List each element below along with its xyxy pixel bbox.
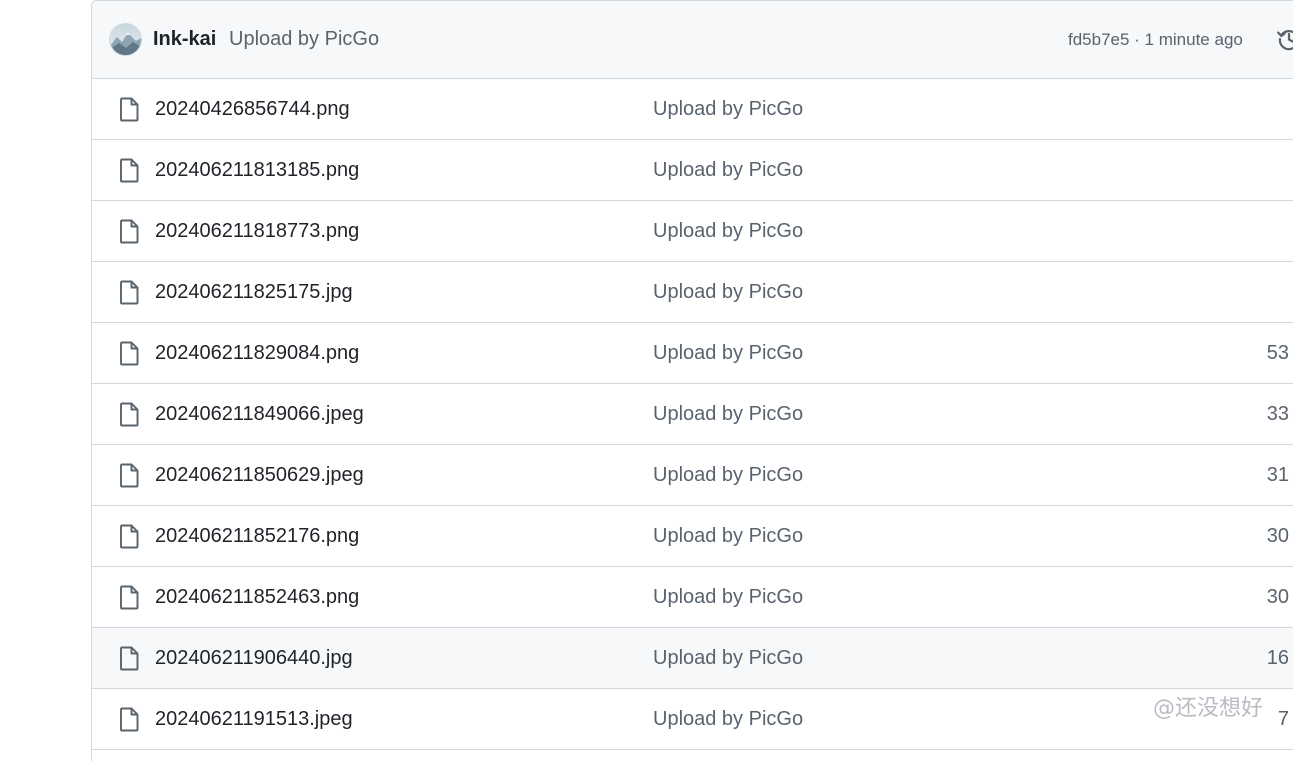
file-row[interactable]: 202406211825175.jpg Upload by PicGo — [92, 262, 1293, 323]
latest-commit-bar: Ink-kai Upload by PicGo fd5b7e5 · 1 minu… — [92, 1, 1293, 79]
file-row[interactable]: 20240621191513.jpeg Upload by PicGo 7 — [92, 689, 1293, 750]
file-name-link[interactable]: 202406211829084.png — [155, 342, 359, 365]
file-commit-age: 16 — [1266, 647, 1289, 669]
file-row[interactable]: 20240426856744.png Upload by PicGo — [92, 79, 1293, 140]
file-icon — [118, 158, 140, 183]
file-name-link[interactable]: 202406211852176.png — [155, 525, 359, 548]
file-list-panel: Ink-kai Upload by PicGo fd5b7e5 · 1 minu… — [91, 0, 1293, 761]
file-icon — [118, 585, 140, 610]
file-icon — [118, 97, 140, 122]
file-name-link[interactable]: 202406211906440.jpg — [155, 647, 353, 670]
file-commit-message-link[interactable]: Upload by PicGo — [653, 586, 803, 609]
file-icon — [118, 707, 140, 732]
file-row[interactable]: 202406211852176.png Upload by PicGo 30 — [92, 506, 1293, 567]
file-row[interactable]: 202406211906440.jpg Upload by PicGo 16 — [92, 628, 1293, 689]
file-row[interactable]: 202406211849066.jpeg Upload by PicGo 33 — [92, 384, 1293, 445]
file-row[interactable]: 202406211850629.jpeg Upload by PicGo 31 — [92, 445, 1293, 506]
history-icon[interactable] — [1276, 26, 1293, 52]
file-commit-age: 53 — [1266, 342, 1289, 364]
file-commit-message-link[interactable]: Upload by PicGo — [653, 647, 803, 670]
file-icon — [118, 524, 140, 549]
file-row[interactable]: 202406211829084.png Upload by PicGo 53 — [92, 323, 1293, 384]
file-icon — [118, 402, 140, 427]
file-commit-age: 33 — [1266, 403, 1289, 425]
file-commit-message-link[interactable]: Upload by PicGo — [653, 342, 803, 365]
file-commit-message-link[interactable]: Upload by PicGo — [653, 525, 803, 548]
file-name-link[interactable]: 202406211818773.png — [155, 220, 359, 243]
commit-message-link[interactable]: Upload by PicGo — [229, 28, 379, 51]
file-name-link[interactable]: 202406211852463.png — [155, 586, 359, 609]
file-row[interactable]: 202406211813185.png Upload by PicGo — [92, 140, 1293, 201]
file-commit-message-link[interactable]: Upload by PicGo — [653, 464, 803, 487]
commit-author-link[interactable]: Ink-kai — [153, 28, 216, 51]
file-name-link[interactable]: 20240621191513.jpeg — [155, 708, 353, 731]
watermark-text: @还没想好 — [1153, 696, 1264, 721]
file-icon — [118, 280, 140, 305]
file-icon — [118, 646, 140, 671]
file-commit-message-link[interactable]: Upload by PicGo — [653, 98, 803, 121]
file-commit-age: 30 — [1266, 525, 1289, 547]
avatar-image — [110, 24, 141, 55]
file-icon — [118, 219, 140, 244]
file-row[interactable]: 202406211818773.png Upload by PicGo — [92, 201, 1293, 262]
commit-hash-and-time[interactable]: fd5b7e5 · 1 minute ago — [1068, 30, 1243, 50]
file-name-link[interactable]: 202406211825175.jpg — [155, 281, 353, 304]
file-commit-message-link[interactable]: Upload by PicGo — [653, 159, 803, 182]
avatar[interactable] — [110, 24, 141, 55]
file-icon — [118, 341, 140, 366]
file-name-link[interactable]: 20240426856744.png — [155, 98, 350, 121]
file-commit-message-link[interactable]: Upload by PicGo — [653, 708, 803, 731]
file-row[interactable]: 202406211852463.png Upload by PicGo 30 — [92, 567, 1293, 628]
file-commit-age: 31 — [1266, 464, 1289, 486]
file-commit-message-link[interactable]: Upload by PicGo — [653, 403, 803, 426]
file-name-link[interactable]: 202406211849066.jpeg — [155, 403, 364, 426]
file-name-link[interactable]: 202406211850629.jpeg — [155, 464, 364, 487]
file-commit-message-link[interactable]: Upload by PicGo — [653, 281, 803, 304]
file-name-link[interactable]: 202406211813185.png — [155, 159, 359, 182]
file-icon — [118, 463, 140, 488]
file-commit-age: 30 — [1266, 586, 1289, 608]
file-commit-message-link[interactable]: Upload by PicGo — [653, 220, 803, 243]
